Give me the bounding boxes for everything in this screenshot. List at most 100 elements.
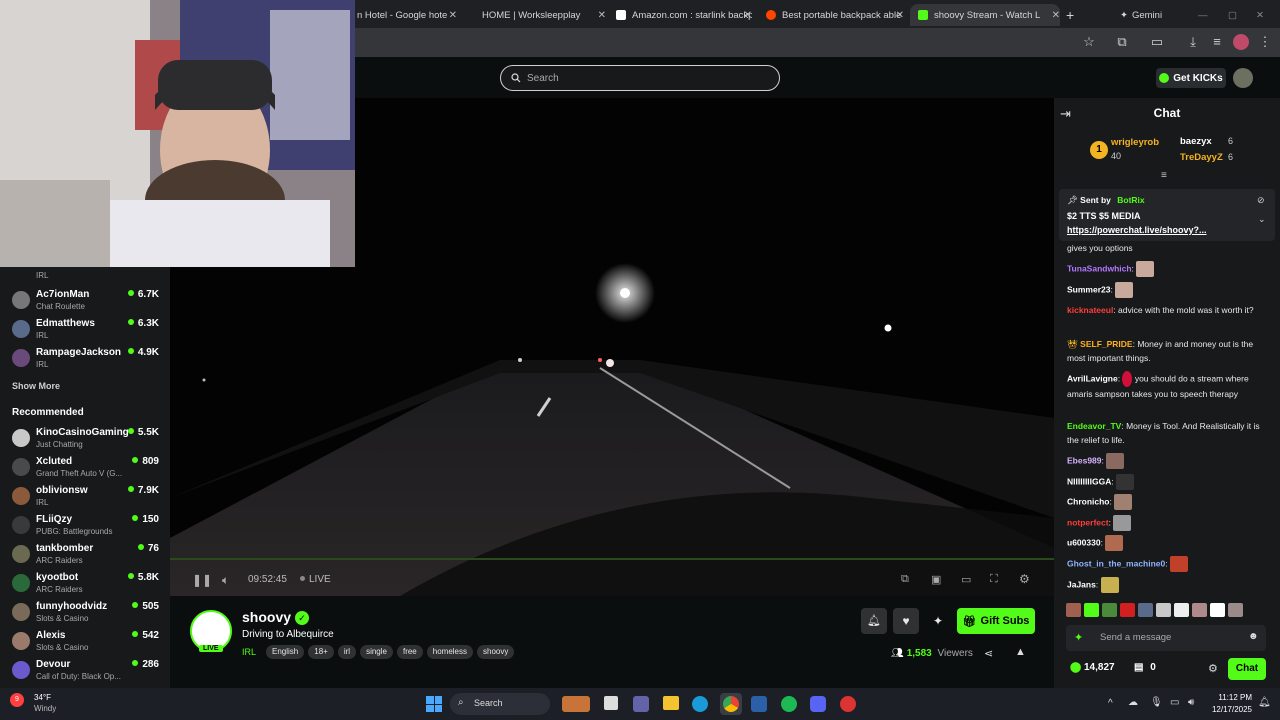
- discord-icon[interactable]: [810, 696, 826, 712]
- minimize-button[interactable]: —: [1198, 4, 1210, 26]
- share-icon[interactable]: ⋖: [984, 647, 993, 660]
- streamer-name[interactable]: shoovy: [242, 609, 291, 625]
- show-more-link[interactable]: Show More: [12, 381, 60, 391]
- chrome-taskbar-button[interactable]: [720, 693, 742, 715]
- close-window-button[interactable]: ✕: [1256, 4, 1268, 26]
- sidebar-channel[interactable]: RampageJackson IRL 4.9K: [0, 345, 170, 374]
- network-icon[interactable]: ▭: [1170, 697, 1179, 708]
- edge-icon[interactable]: [692, 696, 708, 712]
- clip-icon[interactable]: ▣: [931, 573, 941, 586]
- settings-gear-icon[interactable]: ⚙: [1019, 572, 1030, 586]
- media-icon[interactable]: ≡: [1209, 34, 1225, 50]
- gift-subs-button[interactable]: 🎁︎ Gift Subs: [957, 608, 1035, 634]
- emote[interactable]: [1066, 603, 1081, 617]
- menu-icon[interactable]: ⋮: [1257, 34, 1273, 50]
- sidebar-channel[interactable]: oblivionsw IRL 7.9K: [0, 483, 170, 512]
- tab-amazon[interactable]: Amazon.com : starlink backp ✕: [616, 4, 752, 26]
- clock-time[interactable]: 11:12 PM: [1210, 693, 1252, 702]
- chat-send-button[interactable]: Chat: [1228, 658, 1266, 680]
- new-tab-button[interactable]: +: [1066, 4, 1080, 26]
- sidebar-channel[interactable]: Xcluted Grand Theft Auto V (G... 809: [0, 454, 170, 483]
- gemini-button[interactable]: ✦ Gemini: [1120, 4, 1180, 26]
- leaderboard-first-name[interactable]: wrigleyrob: [1111, 137, 1159, 148]
- channel-points[interactable]: ⬤ 14,827: [1070, 662, 1115, 673]
- tag[interactable]: 18+: [308, 645, 334, 659]
- sidebar-channel[interactable]: tankbomber ARC Raiders 76: [0, 541, 170, 570]
- app-icon[interactable]: [840, 696, 856, 712]
- maximize-button[interactable]: ▢: [1228, 4, 1240, 26]
- chevron-down-icon[interactable]: ⌄: [1258, 214, 1266, 225]
- emote[interactable]: [1138, 603, 1153, 617]
- close-icon[interactable]: ✕: [896, 10, 904, 21]
- volume-icon[interactable]: 🔊︎: [1188, 697, 1194, 708]
- sidebar-channel[interactable]: Devour Call of Duty: Black Op... 286: [0, 657, 170, 686]
- notifications-icon[interactable]: 🔔︎: [1258, 697, 1271, 708]
- emoji-icon[interactable]: ☻: [1248, 631, 1259, 642]
- sidebar-channel[interactable]: KinoCasinoGaming Just Chatting 5.5K: [0, 425, 170, 454]
- emote[interactable]: [1120, 603, 1135, 617]
- download-icon[interactable]: ⤓: [1185, 34, 1201, 50]
- profile-avatar[interactable]: [1233, 34, 1249, 50]
- tag[interactable]: homeless: [426, 645, 474, 659]
- chat-input[interactable]: ✦ Send a message ☻: [1066, 625, 1266, 651]
- tag[interactable]: free: [396, 645, 423, 659]
- sidebar-channel[interactable]: Alexis Slots & Casino 542: [0, 628, 170, 657]
- close-icon[interactable]: ✕: [598, 10, 606, 21]
- filter-icon[interactable]: ≡: [1161, 170, 1167, 181]
- category-link[interactable]: IRL: [242, 647, 256, 657]
- store-icon[interactable]: [751, 696, 767, 712]
- onedrive-icon[interactable]: ☁: [1128, 697, 1138, 708]
- theater-icon[interactable]: ▭: [961, 573, 971, 586]
- weather-widget[interactable]: 9: [10, 693, 32, 713]
- emote[interactable]: [1174, 603, 1189, 617]
- unpin-icon[interactable]: ⊘: [1257, 195, 1265, 206]
- inventory-count[interactable]: ▤ 0: [1134, 662, 1156, 673]
- sidebar-channel[interactable]: Ac7ionMan Chat Roulette 6.7K: [0, 287, 170, 316]
- leaderboard-second-name[interactable]: baezyx: [1180, 136, 1212, 147]
- sidebar-channel[interactable]: kyootbot ARC Raiders 5.8K: [0, 570, 170, 599]
- emote[interactable]: [1192, 603, 1207, 617]
- star-icon[interactable]: ☆: [1081, 34, 1097, 50]
- tag[interactable]: shoovy: [477, 645, 515, 659]
- emote[interactable]: [1228, 603, 1243, 617]
- tag[interactable]: single: [360, 645, 393, 659]
- pip-icon[interactable]: ⧉: [901, 573, 909, 586]
- widgets-icon[interactable]: [562, 696, 590, 712]
- task-view-icon[interactable]: [604, 696, 618, 710]
- pinned-message[interactable]: 📌︎ Sent by BotRix $2 TTS $5 MEDIA https:…: [1059, 189, 1275, 241]
- volume-icon[interactable]: 🔈︎: [222, 573, 229, 588]
- close-icon[interactable]: ✕: [744, 10, 752, 21]
- video-progress-bar[interactable]: [170, 558, 1054, 560]
- tag[interactable]: English: [266, 645, 305, 659]
- spotify-icon[interactable]: [781, 696, 797, 712]
- windows-start-icon[interactable]: [426, 696, 442, 712]
- sidebar-channel[interactable]: Edmatthews IRL 6.3K: [0, 316, 170, 345]
- report-icon[interactable]: ▲: [1015, 646, 1026, 658]
- microphone-icon[interactable]: 🎙︎: [1150, 697, 1163, 708]
- pause-icon[interactable]: ❚❚: [192, 573, 212, 587]
- get-kicks-button[interactable]: Get KICKs: [1156, 68, 1226, 88]
- show-hidden-icons[interactable]: ^: [1108, 698, 1113, 709]
- emote[interactable]: [1210, 603, 1225, 617]
- tab-worksleepplay[interactable]: HOME | Worksleepplay ✕: [466, 4, 606, 26]
- tab-hotel[interactable]: n Hotel - Google hote ✕: [357, 4, 457, 26]
- tag[interactable]: irl: [337, 645, 357, 659]
- taskbar-search[interactable]: ⌕ Search: [450, 693, 550, 715]
- emote[interactable]: [1156, 603, 1171, 617]
- file-explorer-icon[interactable]: [663, 696, 679, 710]
- chat-settings-icon[interactable]: ⚙: [1208, 662, 1218, 675]
- teams-icon[interactable]: [633, 696, 649, 712]
- emote[interactable]: [1102, 603, 1117, 617]
- user-avatar[interactable]: [1233, 68, 1253, 88]
- emote-bar[interactable]: [1066, 603, 1271, 619]
- fullscreen-icon[interactable]: ⛶: [990, 573, 998, 586]
- pinned-link[interactable]: https://powerchat.live/shoovy?...: [1067, 225, 1207, 235]
- clock-date[interactable]: 12/17/2025: [1206, 705, 1252, 714]
- leaderboard-third-name[interactable]: TreDayyZ: [1180, 152, 1223, 163]
- notification-bell-button[interactable]: 🔔︎: [861, 608, 887, 634]
- close-icon[interactable]: ✕: [449, 10, 457, 21]
- sidebar-channel[interactable]: funnyhoodvidz Slots & Casino 505: [0, 599, 170, 628]
- emote[interactable]: [1084, 603, 1099, 617]
- extensions-icon[interactable]: ⧉: [1114, 34, 1130, 50]
- close-icon[interactable]: ✕: [1052, 10, 1060, 21]
